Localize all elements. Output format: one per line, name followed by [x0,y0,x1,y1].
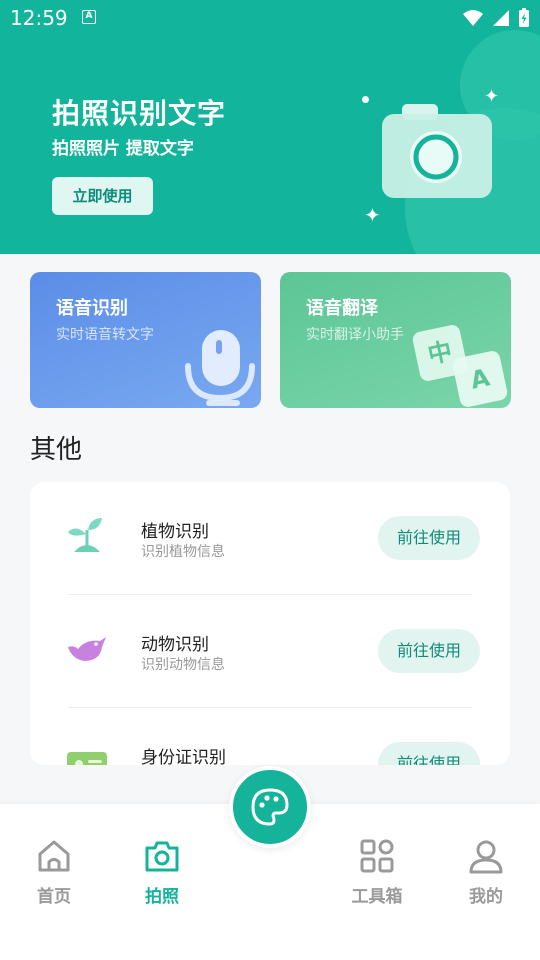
camera-illustration-icon [382,104,492,198]
plant-icon [68,518,102,552]
item-title: 植物识别 [141,522,209,542]
list-item-animal: 动物识别 识别动物信息 前往使用 [30,595,510,708]
status-time: 12:59 [10,6,68,30]
go-use-button[interactable]: 前往使用 [378,629,480,673]
home-icon [38,840,70,872]
palette-fab-button[interactable] [229,766,311,848]
nav-label: 工具箱 [351,887,403,907]
translate-icon: 中 A [411,323,511,408]
card-title: 语音翻译 [306,298,378,319]
card-title: 语音识别 [56,298,128,319]
list-item-id-card: 身份证识别 前往使用 [30,708,510,765]
user-icon [469,840,503,874]
item-subtitle: 识别植物信息 [141,544,225,560]
item-title: 动物识别 [141,635,209,655]
camera-icon [145,841,179,872]
status-bar: 12:59 A [0,0,540,36]
dot-icon [362,96,369,103]
other-tools-list: 植物识别 识别植物信息 前往使用 动物识别 识别动物信息 前往使用 身份证识别 … [30,482,510,765]
palette-icon [251,788,289,826]
microphone-icon [185,330,255,406]
hero-title: 拍照识别文字 [52,97,227,130]
signal-icon [493,10,509,26]
voice-translation-card[interactable]: 语音翻译 实时翻译小助手 中 A [280,272,511,408]
bird-icon [68,637,106,661]
wifi-icon [463,10,483,26]
notification-icon: A [82,10,96,24]
list-item-plant: 植物识别 识别植物信息 前往使用 [30,482,510,595]
voice-recognition-card[interactable]: 语音识别 实时语音转文字 [30,272,261,408]
go-use-button[interactable]: 前往使用 [378,742,480,765]
card-subtitle: 实时语音转文字 [56,327,154,343]
go-use-button[interactable]: 前往使用 [378,516,480,560]
nav-label: 我的 [469,887,503,907]
nav-label: 拍照 [145,887,179,907]
battery-icon [519,8,529,27]
start-use-button[interactable]: 立即使用 [52,177,153,215]
latin-char: A [451,349,509,408]
item-subtitle: 识别动物信息 [141,657,225,673]
grid-icon [360,839,394,873]
nav-item-camera[interactable]: 拍照 [117,838,207,907]
card-subtitle: 实时翻译小助手 [306,327,404,343]
sparkle-icon: ✦ [364,203,381,227]
sparkle-icon: ✦ [484,86,500,107]
nav-item-toolbox[interactable]: 工具箱 [332,838,422,907]
item-title: 身份证识别 [141,748,226,765]
nav-label: 首页 [37,887,71,907]
section-title-other: 其他 [30,435,83,465]
hero-banner: 拍照识别文字 拍照照片 提取文字 立即使用 ✦ ✦ [0,0,540,254]
id-card-icon [67,752,107,765]
nav-item-home[interactable]: 首页 [9,838,99,907]
hero-subtitle: 拍照照片 提取文字 [52,139,194,159]
nav-item-mine[interactable]: 我的 [441,838,531,907]
